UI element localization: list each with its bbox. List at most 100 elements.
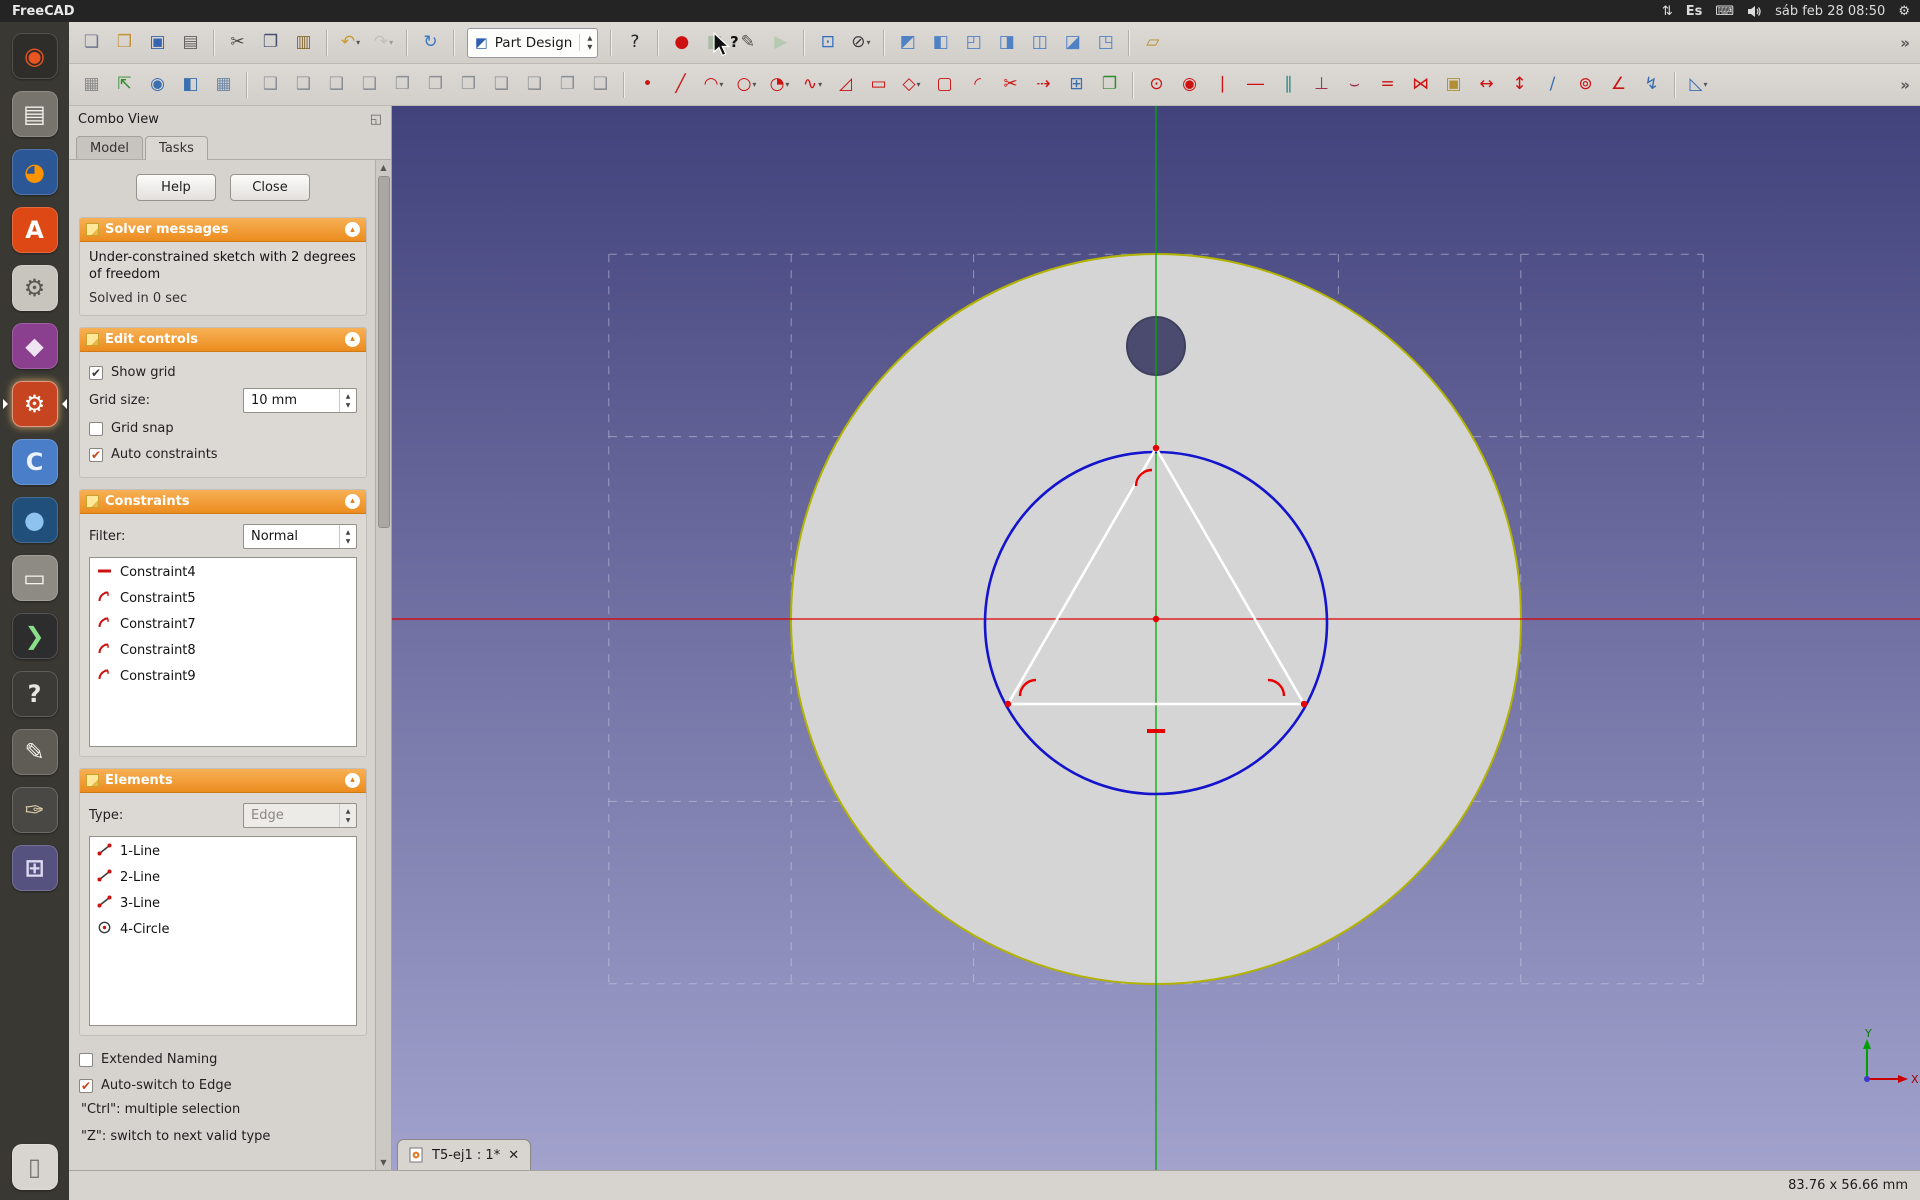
view-axonometric-button[interactable]: ◩ — [892, 27, 923, 58]
elements-list[interactable]: 1-Line2-Line3-Line4-Circle — [89, 836, 357, 1026]
feature-additive-pipe-button[interactable]: ❑ — [354, 69, 385, 100]
constraint-equal-button[interactable]: = — [1372, 69, 1403, 100]
launcher-item-help[interactable]: ? — [3, 665, 67, 723]
workbench-selector[interactable]: ◩Part Design▲▼ — [467, 28, 598, 58]
launcher-item-chromium[interactable]: C — [3, 433, 67, 491]
grid-size-spinbox[interactable]: 10 mm▲▼ — [243, 388, 357, 413]
constraints-header[interactable]: Constraints ▴ — [80, 490, 366, 514]
launcher-item-dash-home[interactable]: ◉ — [3, 27, 67, 85]
extended-naming-row[interactable]: Extended Naming — [79, 1047, 367, 1073]
constraint-v-distance-button[interactable]: ↕ — [1504, 69, 1535, 100]
spinner-arrows-icon[interactable]: ▲▼ — [339, 525, 356, 548]
create-polygon-button[interactable]: ◇▾ — [896, 69, 927, 100]
workbench-spin-arrows[interactable]: ▲▼ — [579, 34, 592, 52]
constraint-coincident-button[interactable]: ⊙ — [1141, 69, 1172, 100]
constraint-horizontal-button[interactable]: ― — [1240, 69, 1271, 100]
view-rear-button[interactable]: ◫ — [1024, 27, 1055, 58]
launcher-item-trash[interactable]: ▯ — [3, 1138, 67, 1196]
trim-edge-button[interactable]: ✂ — [995, 69, 1026, 100]
view-front-button[interactable]: ◧ — [925, 27, 956, 58]
constraint-item-constraint9[interactable]: Constraint9 — [92, 664, 354, 690]
constraint-radius-button[interactable]: ⊚ — [1570, 69, 1601, 100]
create-fillet-button[interactable]: ◜ — [962, 69, 993, 100]
feature-chamfer-button[interactable]: ❑ — [585, 69, 616, 100]
constraint-item-constraint8[interactable]: Constraint8 — [92, 638, 354, 664]
keyboard-icon[interactable]: ⌨ — [1715, 5, 1734, 18]
sketch-scene[interactable]: Y X — [392, 106, 1920, 1170]
feature-additive-loft-button[interactable]: ❑ — [321, 69, 352, 100]
volume-icon[interactable] — [1747, 5, 1762, 18]
solver-message[interactable]: Under-constrained sketch with 2 degrees … — [89, 250, 357, 284]
feature-revolution-button[interactable]: ❑ — [288, 69, 319, 100]
undo-button[interactable]: ↶▾ — [335, 27, 366, 58]
save-document-button[interactable]: ▣ — [142, 27, 173, 58]
sketch-point[interactable] — [1301, 701, 1307, 707]
constraint-filter-select[interactable]: Normal ▲▼ — [243, 524, 357, 549]
help-button[interactable]: Help — [136, 174, 216, 201]
scrollbar-track[interactable] — [376, 175, 391, 1155]
constraints-list[interactable]: Constraint4Constraint5Constraint7Constra… — [89, 557, 357, 747]
create-bspline-button[interactable]: ∿▾ — [797, 69, 828, 100]
toggle-construction-button[interactable]: ◺▾ — [1683, 69, 1714, 100]
cut-button[interactable]: ✂ — [222, 27, 253, 58]
constraint-item-constraint4[interactable]: Constraint4 — [92, 560, 354, 586]
create-line-button[interactable]: ╱ — [665, 69, 696, 100]
external-geometry-button[interactable]: ⊞ — [1061, 69, 1092, 100]
create-polyline-button[interactable]: ◿ — [830, 69, 861, 100]
new-document-button[interactable]: ❏ — [76, 27, 107, 58]
elements-header[interactable]: Elements ▴ — [80, 769, 366, 793]
view-top-button[interactable]: ◰ — [958, 27, 989, 58]
tab-model[interactable]: Model — [76, 136, 143, 159]
sketch-point[interactable] — [1153, 445, 1159, 451]
macro-play-button[interactable]: ▶ — [765, 27, 796, 58]
create-polygon-dropdown-arrow[interactable]: ▾ — [917, 80, 921, 89]
auto-constraints-checkbox[interactable]: ✔ — [89, 448, 103, 462]
undo-dropdown-arrow[interactable]: ▾ — [356, 38, 360, 47]
leave-sketch-button[interactable]: ⇱ — [109, 69, 140, 100]
create-circle-button[interactable]: ○▾ — [731, 69, 762, 100]
launcher-item-files[interactable]: ▤ — [3, 85, 67, 143]
create-conic-dropdown-arrow[interactable]: ▾ — [785, 80, 789, 89]
feature-subtractive-loft-button[interactable]: ❑ — [486, 69, 517, 100]
auto-switch-checkbox[interactable]: ✔ — [79, 1079, 93, 1093]
create-sketch-button[interactable]: ▦ — [76, 69, 107, 100]
3d-viewport[interactable]: Y X T5-ej1 : 1* ✕ — [392, 106, 1920, 1170]
elements-collapse-icon[interactable]: ▴ — [345, 773, 360, 788]
launcher-item-system-settings[interactable]: ⚙ — [3, 259, 67, 317]
element-item-2-line[interactable]: 2-Line — [92, 865, 354, 891]
create-circle-dropdown-arrow[interactable]: ▾ — [752, 80, 756, 89]
feature-subtractive-pipe-button[interactable]: ❑ — [519, 69, 550, 100]
constraint-point-on-object-button[interactable]: ◉ — [1174, 69, 1205, 100]
constraint-symmetric-button[interactable]: ⋈ — [1405, 69, 1436, 100]
whats-this-button[interactable]: ? — [619, 27, 650, 58]
macro-record-button[interactable]: ● — [666, 27, 697, 58]
show-grid-checkbox[interactable]: ✔ — [89, 366, 103, 380]
constraint-tangent-button[interactable]: ⌣ — [1339, 69, 1370, 100]
element-item-4-circle[interactable]: 4-Circle — [92, 917, 354, 943]
view-left-button[interactable]: ◳ — [1090, 27, 1121, 58]
panel-options-icon[interactable]: ◱ — [370, 112, 382, 127]
document-tab-close-icon[interactable]: ✕ — [508, 1148, 519, 1163]
solver-collapse-icon[interactable]: ▴ — [345, 222, 360, 237]
create-point-button[interactable]: • — [632, 69, 663, 100]
create-bspline-dropdown-arrow[interactable]: ▾ — [818, 80, 822, 89]
toggle-construction-dropdown-arrow[interactable]: ▾ — [1704, 80, 1708, 89]
macro-edit-button[interactable]: ✎ — [732, 27, 763, 58]
draw-style-button[interactable]: ⊘▾ — [845, 27, 876, 58]
create-rectangle-button[interactable]: ▭ — [863, 69, 894, 100]
create-arc-button[interactable]: ◠▾ — [698, 69, 729, 100]
solver-messages-header[interactable]: Solver messages ▴ — [80, 218, 366, 242]
create-arc-dropdown-arrow[interactable]: ▾ — [719, 80, 723, 89]
launcher-item-text-editor[interactable]: ✎ — [3, 723, 67, 781]
feature-fillet-button[interactable]: ❒ — [552, 69, 583, 100]
create-slot-button[interactable]: ▢ — [929, 69, 960, 100]
launcher-item-firefox[interactable]: ◕ — [3, 143, 67, 201]
copy-button[interactable]: ❐ — [255, 27, 286, 58]
keyboard-layout-indicator[interactable]: Es — [1686, 5, 1703, 18]
document-tab[interactable]: T5-ej1 : 1* ✕ — [397, 1139, 531, 1170]
horizontal-constraint-marker[interactable] — [1147, 729, 1165, 733]
view-right-button[interactable]: ◨ — [991, 27, 1022, 58]
constraint-h-distance-button[interactable]: ↔ — [1471, 69, 1502, 100]
print-button[interactable]: ▤ — [175, 27, 206, 58]
constraint-item-constraint7[interactable]: Constraint7 — [92, 612, 354, 638]
